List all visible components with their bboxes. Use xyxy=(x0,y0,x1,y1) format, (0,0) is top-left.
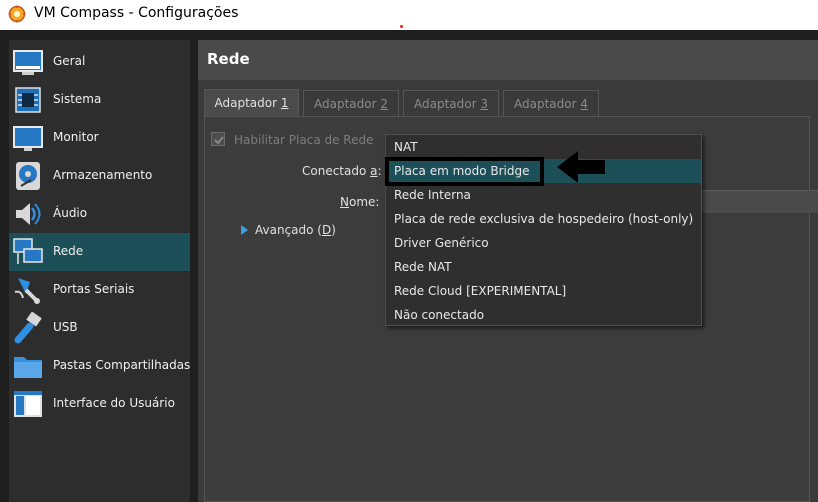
sidebar-item-armazenamento[interactable]: Armazenamento xyxy=(9,157,190,195)
page-title: Rede xyxy=(207,50,250,68)
app-icon xyxy=(8,5,26,23)
sidebar-item-label: Áudio xyxy=(53,206,88,220)
option-rede-nat[interactable]: Rede NAT xyxy=(386,255,701,279)
option-host-only[interactable]: Placa de rede exclusiva de hospedeiro (h… xyxy=(386,207,701,231)
display-icon xyxy=(13,126,43,151)
check-icon xyxy=(214,136,224,145)
speaker-icon xyxy=(16,203,41,225)
sidebar-item-label: Interface do Usuário xyxy=(53,396,175,410)
tab-adaptador-4[interactable]: Adaptador 4 xyxy=(503,90,599,116)
option-rede-cloud[interactable]: Rede Cloud [EXPERIMENTAL] xyxy=(386,279,701,303)
sidebar-item-label: Geral xyxy=(53,54,86,68)
label-mnemonic: N xyxy=(340,195,349,209)
folder-icon xyxy=(14,357,42,378)
sidebar-item-sistema[interactable]: Sistema xyxy=(9,81,190,119)
tab-adaptador-2[interactable]: Adaptador 2 xyxy=(303,90,399,116)
option-rede-interna[interactable]: Rede Interna xyxy=(386,183,701,207)
label-mnemonic: D xyxy=(321,223,332,237)
monitor-icon xyxy=(13,50,43,75)
window-title: VM Compass - Configurações xyxy=(34,5,239,21)
name-label: Nome: xyxy=(340,195,379,209)
sidebar-item-label: USB xyxy=(53,320,78,334)
advanced-toggle[interactable]: Avançado (D) xyxy=(241,223,336,237)
usb-icon xyxy=(14,312,42,344)
title-dot xyxy=(400,25,403,28)
label-mnemonic: a xyxy=(370,164,378,178)
enable-adapter-label: Habilitar Placa de Rede xyxy=(234,133,374,147)
highlight-box xyxy=(385,157,544,186)
disk-icon xyxy=(16,162,40,190)
sidebar-item-label: Armazenamento xyxy=(53,168,153,182)
tab-mnemonic: 1 xyxy=(280,96,289,110)
label-text: Conectado xyxy=(302,164,371,178)
sidebar-item-monitor[interactable]: Monitor xyxy=(9,119,190,157)
expand-arrow-icon xyxy=(241,225,248,235)
ui-window-icon xyxy=(14,391,42,417)
sidebar-item-rede[interactable]: Rede xyxy=(9,233,190,271)
option-nao-conectado[interactable]: Não conectado xyxy=(386,303,701,327)
sidebar-item-label: Sistema xyxy=(53,92,102,106)
connected-to-label: Conectado a: xyxy=(302,164,382,178)
sidebar-item-label: Portas Seriais xyxy=(53,282,135,296)
sidebar-item-label: Monitor xyxy=(53,130,99,144)
network-icon xyxy=(13,238,43,264)
tab-adaptador-3[interactable]: Adaptador 3 xyxy=(403,90,499,116)
tab-label: Adaptador xyxy=(214,96,281,110)
label-text: : xyxy=(377,164,382,178)
name-select[interactable] xyxy=(700,190,818,213)
tab-label: Adaptador xyxy=(414,97,481,111)
sidebar-item-usb[interactable]: USB xyxy=(9,309,190,347)
tab-label: Adaptador xyxy=(314,97,381,111)
sidebar-item-pastas[interactable]: Pastas Compartilhadas xyxy=(9,347,190,385)
arrow-left-icon xyxy=(557,151,605,183)
sidebar-item-label: Rede xyxy=(53,244,84,258)
chip-icon xyxy=(15,87,41,113)
label-text: ) xyxy=(331,223,336,237)
sidebar-item-geral[interactable]: Geral xyxy=(9,43,190,81)
sidebar-item-interface[interactable]: Interface do Usuário xyxy=(9,385,190,423)
label-text: ome: xyxy=(348,195,380,209)
enable-adapter-checkbox[interactable] xyxy=(211,132,225,146)
option-driver-generico[interactable]: Driver Genérico xyxy=(386,231,701,255)
tab-mnemonic: 3 xyxy=(480,97,488,111)
tab-mnemonic: 2 xyxy=(380,97,388,111)
serial-port-icon xyxy=(14,278,40,304)
label-text: Avançado ( xyxy=(255,223,322,237)
tab-mnemonic: 4 xyxy=(580,97,588,111)
option-nat[interactable]: NAT xyxy=(386,135,701,159)
page-header: Rede xyxy=(198,40,818,80)
tab-label: Adaptador xyxy=(514,97,581,111)
sidebar-item-audio[interactable]: Áudio xyxy=(9,195,190,233)
sidebar: Geral Sistema Monitor Armazenamento Áudi… xyxy=(9,40,190,502)
sidebar-item-portas-seriais[interactable]: Portas Seriais xyxy=(9,271,190,309)
sidebar-item-label: Pastas Compartilhadas xyxy=(53,358,191,372)
title-bar: VM Compass - Configurações xyxy=(0,0,818,30)
tab-adaptador-1[interactable]: Adaptador 1 xyxy=(204,89,299,117)
